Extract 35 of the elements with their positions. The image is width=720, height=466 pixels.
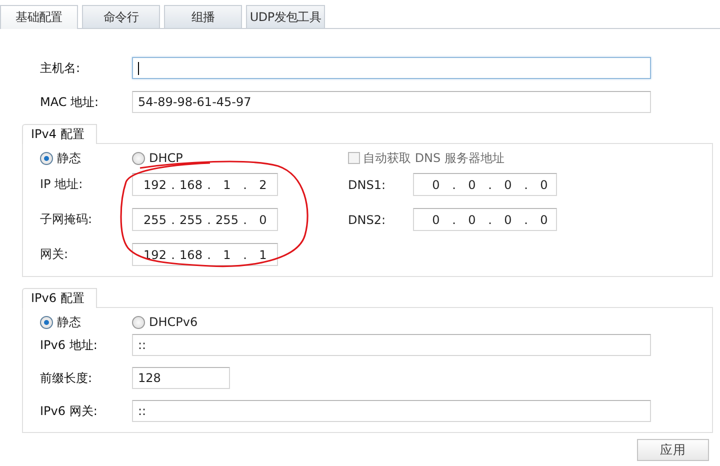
input-field[interactable]: :: [132, 400, 651, 422]
radio-label: 静态 [57, 150, 81, 166]
tab[interactable]: 命令行 [82, 5, 160, 28]
group-title: IPv6 配置 [22, 288, 98, 308]
tab[interactable]: 基础配置 [0, 5, 78, 29]
group-title: IPv4 配置 [22, 124, 98, 144]
checkbox-label: 自动获取 DNS 服务器地址 [363, 150, 504, 166]
ip-input-field[interactable]: 0 . 0 . 0 . 0 [413, 208, 557, 231]
mac-field[interactable]: 54-89-98-61-45-97 [132, 91, 651, 113]
tab[interactable]: 组播 [164, 5, 242, 28]
radio-button[interactable] [40, 152, 53, 164]
field-label: IP 地址: [40, 176, 84, 193]
radio-button[interactable] [40, 316, 53, 328]
ip-input-field[interactable]: 0 . 0 . 0 . 0 [413, 173, 557, 196]
radio-label: 静态 [57, 314, 81, 330]
radio-label: DHCPv6 [149, 315, 198, 329]
field-label: 子网掩码: [40, 211, 94, 228]
field-label: DNS1: [348, 178, 387, 192]
field-label: 网关: [40, 246, 70, 263]
field-label: IPv6 网关: [40, 402, 98, 420]
field-label: DNS2: [348, 212, 387, 226]
input-field[interactable]: :: [132, 334, 651, 356]
input-field[interactable]: 128 [132, 367, 230, 389]
radio-label: DHCP [149, 151, 183, 165]
field-label: MAC 地址: [40, 94, 100, 110]
hostname-field[interactable] [132, 57, 651, 79]
field-label: 主机名: [40, 60, 82, 76]
radio-button[interactable] [132, 152, 145, 164]
apply-button[interactable]: 应用 [637, 439, 709, 461]
radio-button[interactable] [132, 316, 145, 328]
ip-input-field[interactable]: 255 . 255 . 255 . 0 [132, 208, 278, 231]
field-label: IPv6 地址: [40, 336, 98, 354]
field-label: 前缀长度: [40, 370, 94, 386]
ip-input-field[interactable]: 192 . 168 . 1 . 2 [132, 173, 278, 196]
tab[interactable]: UDP发包工具 [246, 5, 325, 28]
